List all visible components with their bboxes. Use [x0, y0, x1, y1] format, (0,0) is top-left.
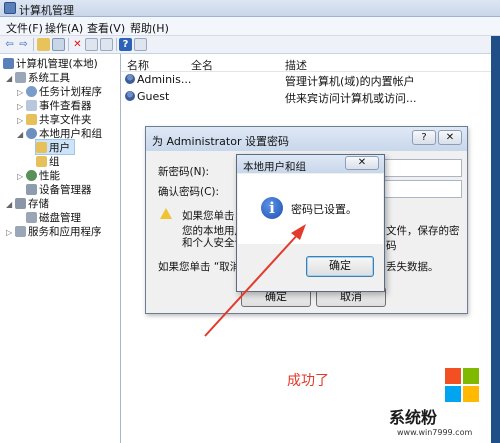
watermark-text: 系统粉: [389, 408, 438, 427]
screen: 计算机管理 文件(F) 操作(A) 查看(V) 帮助(H) ⇦ ⇨ ✕ ? 计算…: [0, 0, 500, 443]
watermark-url: www.win7999.com: [397, 428, 473, 437]
annotation-text: 成功了: [287, 373, 329, 389]
arrow-shaft: [204, 231, 301, 337]
logo-square: [445, 368, 461, 384]
arrow-head: [291, 224, 306, 240]
logo-square: [445, 386, 461, 402]
logo-square: [463, 386, 479, 402]
annotation-arrow: [204, 224, 306, 337]
windows-logo-icon: [445, 368, 481, 404]
logo-square: [463, 368, 479, 384]
